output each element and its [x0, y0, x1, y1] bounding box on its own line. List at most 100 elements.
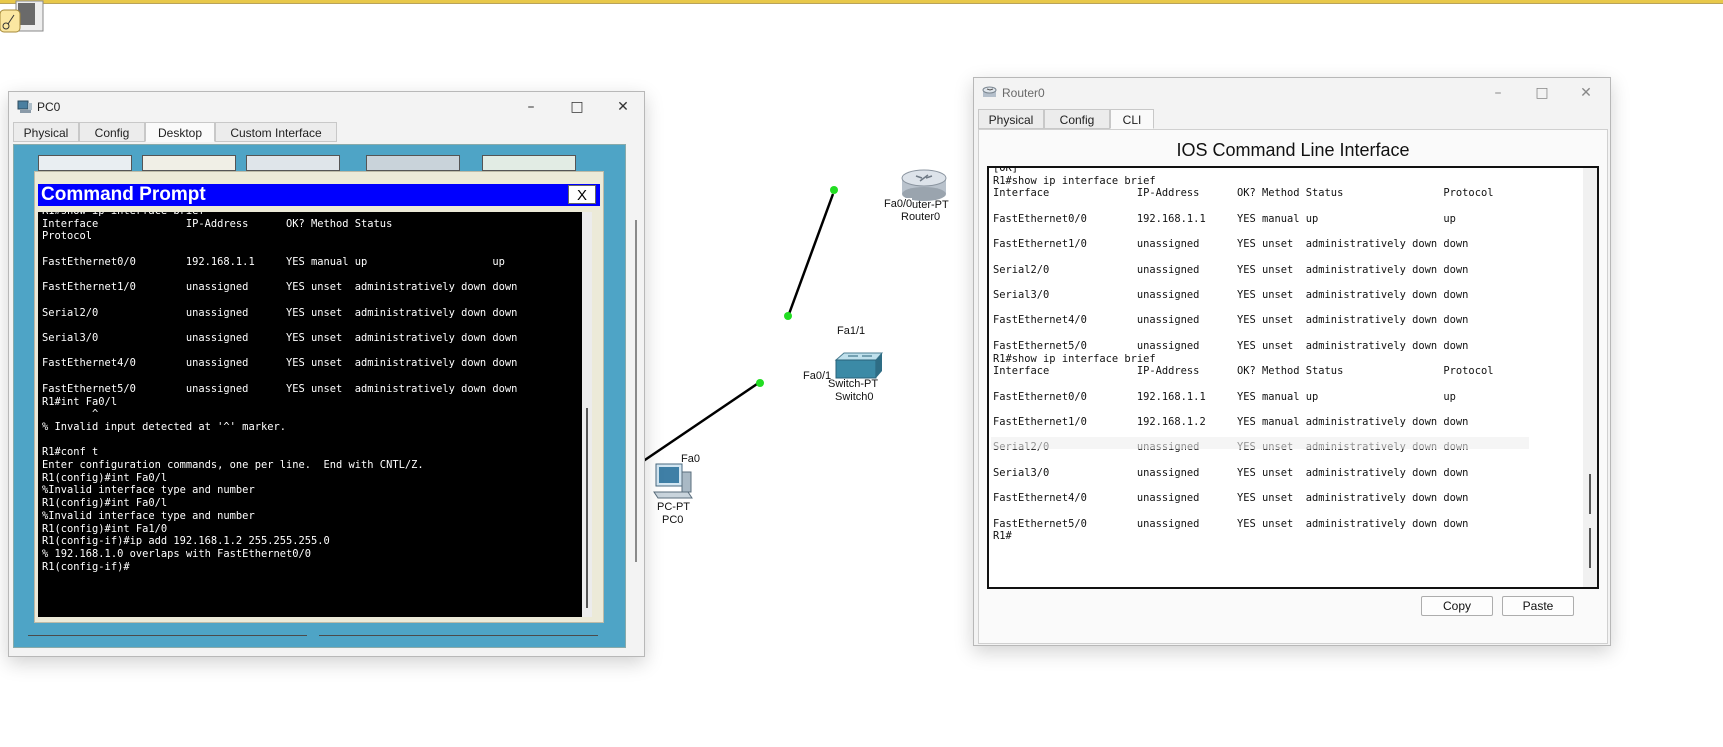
pc-terminal-line: FastEthernet0/0 192.168.1.1 YES manual u… — [42, 255, 505, 268]
router0-window-title: Router0 — [1002, 86, 1045, 100]
pc-icon — [653, 463, 693, 499]
pc-terminal-line: R1(config)#int Fa0/l — [42, 497, 168, 510]
port-indicator-switch-fa11 — [784, 312, 792, 320]
router-terminal-line — [993, 505, 1493, 518]
router-terminal-line: Serial3/0 unassigned YES unset administr… — [993, 466, 1469, 479]
desktop-app-icon[interactable] — [142, 155, 236, 171]
desktop-app-icon[interactable] — [246, 155, 340, 171]
router-terminal-line — [993, 378, 1493, 391]
maximize-icon[interactable]: □ — [562, 96, 592, 118]
paste-button[interactable]: Paste — [1502, 596, 1574, 616]
pc-terminal-line — [42, 269, 517, 282]
port-indicator-switch-fa01 — [756, 379, 764, 387]
router-terminal-line — [993, 327, 1493, 340]
router-terminal-line — [993, 251, 1493, 264]
minimize-icon[interactable]: – — [516, 96, 546, 118]
pc-terminal-line: ^ — [42, 408, 99, 421]
desktop-app-icon[interactable] — [366, 155, 460, 171]
maximize-icon[interactable]: □ — [1527, 82, 1557, 104]
scrollbar-thumb[interactable] — [635, 220, 637, 562]
pc-terminal-line — [42, 294, 517, 307]
pc-terminal-line: %Invalid interface type and number — [42, 484, 255, 497]
pc-terminal-line: FastEthernet1/0 unassigned YES unset adm… — [42, 281, 518, 294]
scrollbar-thumb[interactable] — [319, 635, 598, 636]
pc-terminal-line: FastEthernet5/0 unassigned YES unset adm… — [42, 382, 518, 395]
router-terminal-scrollbar[interactable] — [1583, 168, 1597, 587]
pc-device[interactable] — [652, 462, 694, 500]
pc-terminal-line: R1(config)#int Fa0/l — [42, 471, 168, 484]
pc-desktop-hscrollbar[interactable] — [28, 633, 608, 639]
desktop-app-icon[interactable] — [38, 155, 132, 171]
pc-terminal-line: R1(config-if)#ip add 192.168.1.2 255.255… — [42, 535, 330, 548]
desktop-app-icon[interactable] — [482, 155, 576, 171]
command-prompt-terminal[interactable]: R1#show ip interface briefInterface IP-A… — [38, 212, 592, 617]
router-terminal-line — [993, 403, 1493, 416]
router-terminal-line: Interface IP-Address OK? Method Status P… — [993, 187, 1494, 200]
router-terminal-line: Serial3/0 unassigned YES unset administr… — [993, 289, 1469, 302]
router-device[interactable] — [896, 166, 952, 202]
pc-terminal-line — [42, 434, 517, 447]
pc-terminal-text: R1#show ip interface briefInterface IP-A… — [42, 212, 517, 573]
scrollbar-thumb[interactable] — [1589, 474, 1591, 514]
desktop-app-icons-row — [30, 155, 610, 171]
router-cli-terminal[interactable]: [OK] R1#show ip interface brief Interface … — [987, 166, 1599, 589]
pc-terminal-line: % 192.168.1.0 overlaps with FastEthernet… — [42, 547, 311, 560]
router-terminal-line — [993, 454, 1493, 467]
router-name-label: Router0 — [901, 211, 941, 223]
tab-config[interactable]: Config — [79, 122, 145, 142]
pc-terminal-line: Protocol — [42, 230, 93, 243]
pc-name-label: PC0 — [662, 514, 684, 526]
pc-terminal-line: FastEthernet4/0 unassigned YES unset adm… — [42, 357, 518, 370]
command-prompt-title: Command Prompt — [41, 184, 206, 205]
pc-terminal-line: R1(config-if)# — [42, 560, 130, 573]
scrollbar-thumb[interactable] — [1589, 528, 1591, 568]
pc-terminal-scrollbar[interactable] — [582, 212, 592, 617]
tab-config[interactable]: Config — [1044, 109, 1110, 129]
router-terminal-line: FastEthernet1/0 unassigned YES unset adm… — [993, 238, 1469, 251]
router-cli-panel: IOS Command Line Interface [OK] R1#show i… — [978, 129, 1608, 644]
highlight-row — [991, 437, 1529, 449]
port-label-fa00: Fa0/0 — [884, 198, 913, 210]
switch-type-label: Switch-PT — [828, 378, 879, 390]
tab-desktop[interactable]: Desktop — [145, 122, 215, 142]
pc-type-label: PC-PT — [657, 501, 690, 513]
tab-physical[interactable]: Physical — [978, 109, 1044, 129]
command-prompt-close-button[interactable]: X — [568, 185, 596, 204]
pc-terminal-line: Serial2/0 unassigned YES unset administr… — [42, 306, 518, 319]
tab-cli[interactable]: CLI — [1110, 109, 1154, 129]
pc-terminal-line — [42, 345, 517, 358]
pc-window-icon — [17, 99, 33, 120]
close-icon[interactable]: ✕ — [608, 96, 638, 118]
pc-terminal-line: R1(config)#int Fa1/0 — [42, 522, 168, 535]
copy-button[interactable]: Copy — [1421, 596, 1493, 616]
router-terminal-line: FastEthernet5/0 unassigned YES unset adm… — [993, 517, 1469, 530]
scrollbar-thumb[interactable] — [28, 635, 307, 636]
pc-terminal-line — [42, 370, 517, 383]
pc0-title-bar[interactable]: PC0 – □ ✕ — [9, 92, 644, 122]
pc-terminal-line: %Invalid interface type and number — [42, 509, 255, 522]
switch-name-label: Switch0 — [835, 391, 874, 403]
pc-window-vscrollbar[interactable] — [630, 144, 642, 646]
tab-physical[interactable]: Physical — [13, 122, 79, 142]
minimize-icon[interactable]: – — [1483, 82, 1513, 104]
router-terminal-line: FastEthernet4/0 unassigned YES unset adm… — [993, 314, 1469, 327]
close-icon[interactable]: ✕ — [1571, 82, 1601, 104]
cli-heading: IOS Command Line Interface — [1176, 140, 1410, 160]
router-terminal-line — [993, 226, 1493, 239]
router0-title-bar[interactable]: Router0 – □ ✕ — [974, 78, 1610, 108]
router-terminal-line: FastEthernet4/0 unassigned YES unset adm… — [993, 492, 1469, 505]
router-terminal-line: Interface IP-Address OK? Method Status P… — [993, 365, 1494, 378]
router-terminal-line — [993, 276, 1493, 289]
router-terminal-line: FastEthernet0/0 192.168.1.1 YES manual u… — [993, 212, 1456, 225]
tab-custom-interface[interactable]: Custom Interface — [215, 122, 337, 142]
pc-desktop-area: Command Prompt X R1#show ip interface br… — [13, 144, 626, 648]
pc-terminal-line: Serial3/0 unassigned YES unset administr… — [42, 332, 518, 345]
pc-terminal-line — [42, 243, 517, 256]
scrollbar-thumb[interactable] — [586, 408, 588, 608]
command-prompt-title-bar: Command Prompt X — [38, 184, 600, 206]
router-terminal-line: Serial2/0 unassigned YES unset administr… — [993, 263, 1469, 276]
pc0-window-title: PC0 — [37, 100, 61, 114]
router-window-icon — [982, 85, 998, 106]
router-terminal-line — [993, 480, 1493, 493]
pc-terminal-line: Interface IP-Address OK? Method Status — [42, 217, 393, 230]
